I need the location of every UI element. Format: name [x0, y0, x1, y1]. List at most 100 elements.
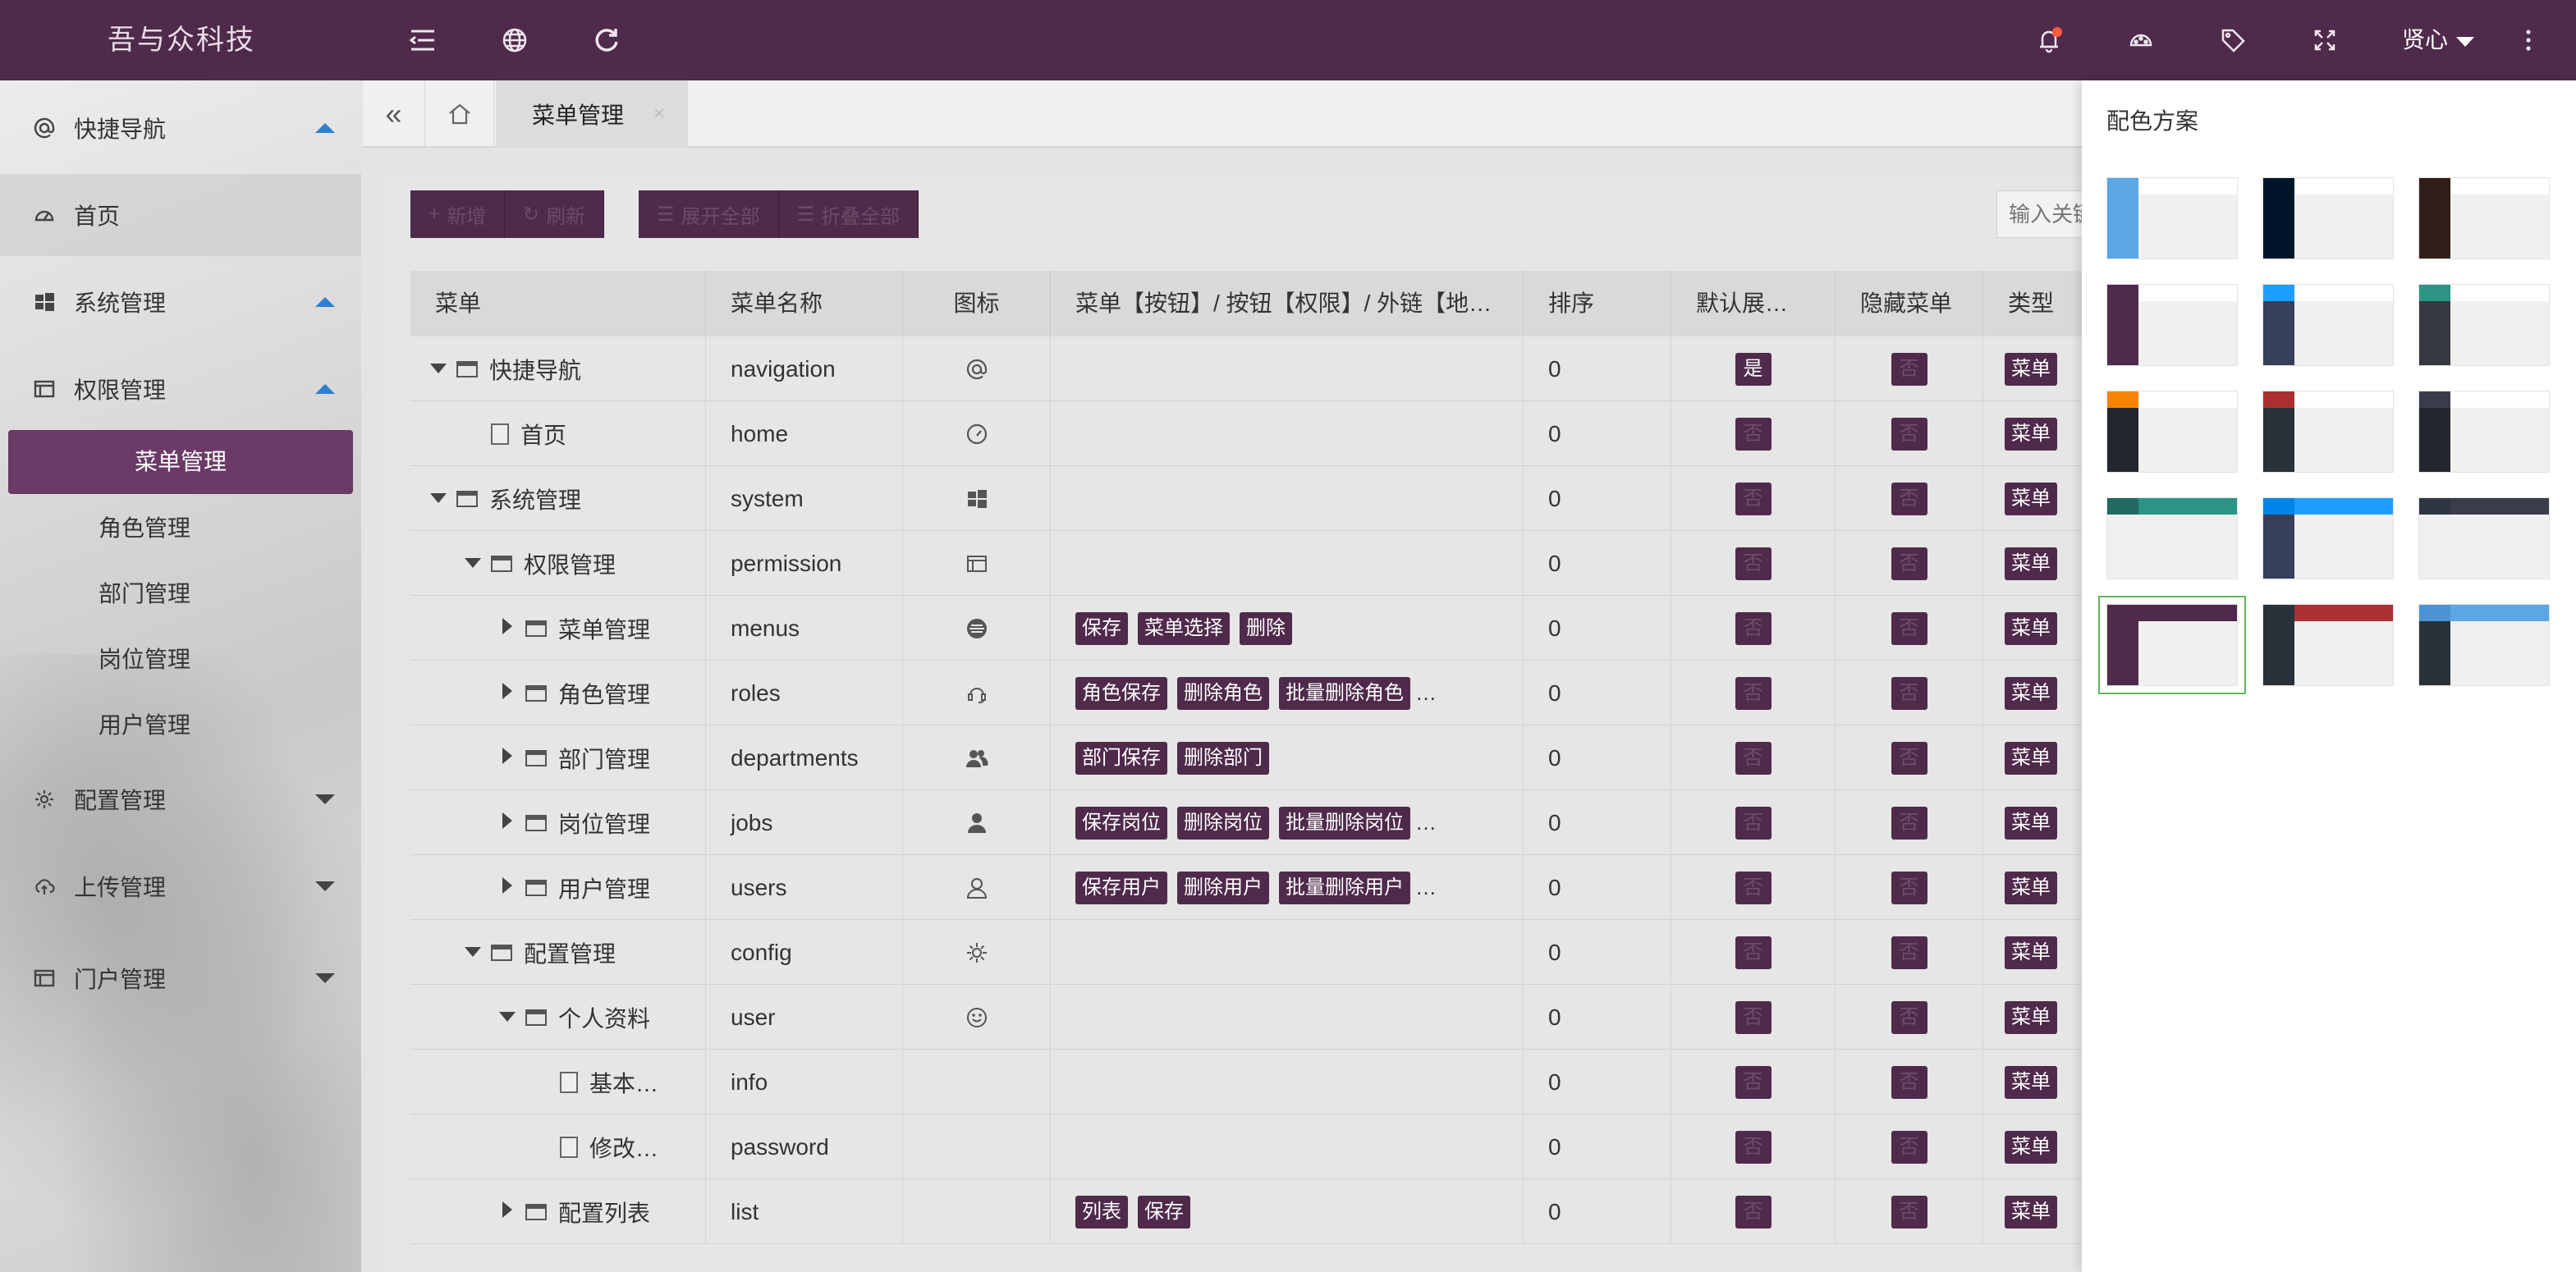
table-row[interactable]: 权限管理 permission 0 否 否 菜单	[410, 531, 2110, 596]
hidden-menu-badge[interactable]: 否	[1891, 547, 1927, 580]
double-chevron-left-icon[interactable]: «	[363, 80, 425, 148]
theme-swatch[interactable]	[2418, 391, 2550, 473]
hidden-menu-badge[interactable]: 否	[1891, 936, 1927, 969]
hidden-menu-badge[interactable]: 否	[1891, 871, 1927, 904]
hidden-menu-badge[interactable]: 否	[1891, 1195, 1927, 1229]
expand-all-button[interactable]: ☰ 展开全部	[639, 190, 779, 238]
app-logo[interactable]: 吾与众科技	[0, 0, 363, 80]
default-expand-badge[interactable]: 否	[1735, 676, 1772, 710]
sidebar-item-quick-nav[interactable]: 快捷导航	[0, 87, 361, 169]
sidebar-subitem-jobs[interactable]: 岗位管理	[0, 627, 361, 693]
table-row[interactable]: 个人资料 user 0 否 否 菜单	[410, 985, 2110, 1050]
caret-right-icon[interactable]	[496, 748, 519, 768]
default-expand-badge[interactable]: 是	[1735, 352, 1772, 386]
sidebar-subitem-menus[interactable]: 菜单管理	[8, 430, 353, 494]
default-expand-badge[interactable]: 否	[1735, 1195, 1772, 1229]
theme-swatch[interactable]	[2106, 391, 2238, 473]
caret-down-icon[interactable]	[461, 555, 484, 572]
theme-swatch[interactable]	[2418, 497, 2550, 579]
column-header[interactable]: 隐藏菜单	[1836, 271, 1983, 336]
sidebar-item-portal[interactable]: 门户管理	[0, 937, 361, 1019]
column-header[interactable]: 默认展…	[1671, 271, 1836, 336]
caret-down-icon[interactable]	[427, 360, 450, 377]
theme-swatch[interactable]	[2418, 177, 2550, 259]
caret-right-icon[interactable]	[496, 683, 519, 703]
default-expand-badge[interactable]: 否	[1735, 1065, 1772, 1099]
theme-swatch[interactable]	[2262, 177, 2394, 259]
table-row[interactable]: 修改… password 0 否 否 菜单	[410, 1114, 2110, 1179]
close-icon[interactable]: ×	[653, 103, 665, 126]
sidebar-item-system[interactable]: 系统管理	[0, 261, 361, 343]
theme-swatch[interactable]	[2262, 391, 2394, 473]
caret-right-icon[interactable]	[496, 812, 519, 833]
table-row[interactable]: 快捷导航 navigation 0 是 否 菜单	[410, 336, 2110, 401]
theme-palette-icon[interactable]	[2125, 24, 2157, 57]
column-header[interactable]: 菜单名称	[706, 271, 903, 336]
home-icon[interactable]	[425, 80, 494, 148]
sidebar-item-home[interactable]: 首页	[0, 174, 361, 256]
caret-down-icon[interactable]	[427, 490, 450, 507]
theme-swatch[interactable]	[2106, 177, 2238, 259]
sidebar-subitem-users[interactable]: 用户管理	[0, 693, 361, 758]
sidebar-subitem-departments[interactable]: 部门管理	[0, 561, 361, 627]
menu-collapse-icon[interactable]	[406, 24, 439, 57]
tab-menu-management[interactable]: 菜单管理 ×	[496, 80, 688, 148]
default-expand-badge[interactable]: 否	[1735, 482, 1772, 515]
hidden-menu-badge[interactable]: 否	[1891, 676, 1927, 710]
caret-right-icon[interactable]	[496, 1201, 519, 1222]
hidden-menu-badge[interactable]: 否	[1891, 417, 1927, 451]
more-icon[interactable]	[2512, 24, 2545, 57]
table-row[interactable]: 岗位管理 jobs 保存岗位 删除岗位 批量删除岗位… 0 否否菜单	[410, 790, 2110, 855]
add-button[interactable]: + 新增	[410, 190, 506, 238]
table-row[interactable]: 角色管理 roles 角色保存 删除角色 批量删除角色… 0 否否菜单	[410, 661, 2110, 725]
default-expand-badge[interactable]: 否	[1735, 936, 1772, 969]
column-header[interactable]: 菜单【按钮】/ 按钮【权限】/ 外链【地…	[1051, 271, 1524, 336]
table-row[interactable]: 系统管理 system 0 否 否 菜单	[410, 466, 2110, 531]
hidden-menu-badge[interactable]: 否	[1891, 1065, 1927, 1099]
column-header[interactable]: 菜单	[410, 271, 706, 336]
hidden-menu-badge[interactable]: 否	[1891, 482, 1927, 515]
theme-swatch[interactable]	[2106, 497, 2238, 579]
sidebar-item-upload[interactable]: 上传管理	[0, 845, 361, 927]
caret-down-icon[interactable]	[496, 1009, 519, 1026]
table-row[interactable]: 菜单管理 menus 保存 菜单选择 删除 0 否否菜单	[410, 596, 2110, 661]
sidebar-item-permission[interactable]: 权限管理	[0, 348, 361, 430]
hidden-menu-badge[interactable]: 否	[1891, 1000, 1927, 1034]
default-expand-badge[interactable]: 否	[1735, 871, 1772, 904]
tag-icon[interactable]	[2216, 24, 2249, 57]
column-header[interactable]: 图标	[903, 271, 1051, 336]
theme-swatch[interactable]	[2262, 497, 2394, 579]
theme-swatch[interactable]	[2418, 284, 2550, 366]
globe-icon[interactable]	[498, 24, 531, 57]
hidden-menu-badge[interactable]: 否	[1891, 741, 1927, 775]
hidden-menu-badge[interactable]: 否	[1891, 806, 1927, 840]
collapse-all-button[interactable]: ☰ 折叠全部	[778, 190, 919, 238]
theme-swatch[interactable]	[2262, 284, 2394, 366]
caret-right-icon[interactable]	[496, 618, 519, 638]
hidden-menu-badge[interactable]: 否	[1891, 352, 1927, 386]
table-row[interactable]: 基本… info 0 否 否 菜单	[410, 1050, 2110, 1114]
table-row[interactable]: 配置列表 list 列表 保存 0 否否菜单	[410, 1179, 2110, 1244]
table-row[interactable]: 部门管理 departments 部门保存 删除部门 0 否否菜单	[410, 725, 2110, 790]
default-expand-badge[interactable]: 否	[1735, 611, 1772, 645]
caret-down-icon[interactable]	[461, 944, 484, 961]
theme-swatch[interactable]	[2106, 284, 2238, 366]
theme-swatch[interactable]	[2418, 604, 2550, 686]
table-row[interactable]: 配置管理 config 0 否 否 菜单	[410, 920, 2110, 985]
table-row[interactable]: 首页 home 0 否 否 菜单	[410, 401, 2110, 466]
table-row[interactable]: 用户管理 users 保存用户 删除用户 批量删除用户… 0 否否菜单	[410, 855, 2110, 920]
bell-icon[interactable]	[2033, 24, 2065, 57]
user-menu[interactable]: 贤心	[2402, 0, 2475, 80]
sidebar-subitem-roles[interactable]: 角色管理	[0, 496, 361, 561]
refresh-icon[interactable]	[590, 24, 623, 57]
fullscreen-icon[interactable]	[2308, 24, 2341, 57]
refresh-button[interactable]: ↻ 刷新	[505, 190, 605, 238]
default-expand-badge[interactable]: 否	[1735, 417, 1772, 451]
default-expand-badge[interactable]: 否	[1735, 806, 1772, 840]
default-expand-badge[interactable]: 否	[1735, 1130, 1772, 1164]
caret-right-icon[interactable]	[496, 877, 519, 898]
column-header[interactable]: 排序	[1524, 271, 1671, 336]
sidebar-item-config[interactable]: 配置管理	[0, 758, 361, 840]
default-expand-badge[interactable]: 否	[1735, 1000, 1772, 1034]
theme-swatch[interactable]	[2262, 604, 2394, 686]
